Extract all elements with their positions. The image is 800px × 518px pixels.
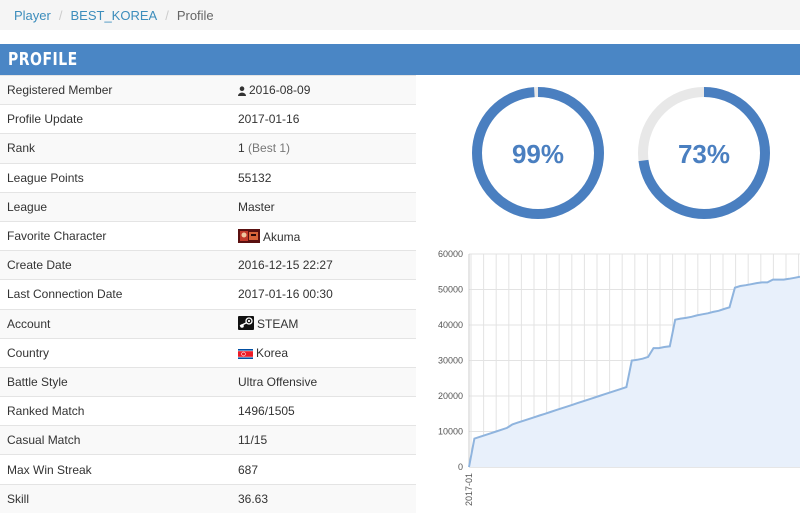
- profile-section-title: PROFILE: [8, 49, 78, 70]
- row-value: 1 (Best 1): [231, 133, 416, 164]
- registered-member-value: 2016-08-09: [249, 83, 311, 98]
- row-value: Ultra Offensive: [231, 366, 416, 397]
- row-label: Registered Member: [0, 74, 231, 105]
- row-label: Casual Match: [0, 425, 231, 455]
- y-tick-label: 30000: [438, 356, 463, 366]
- gauge-percent-label: 99%: [512, 139, 564, 169]
- profile-row-skill: Skill 36.63: [0, 483, 416, 513]
- row-value: 687: [231, 454, 416, 485]
- steam-icon: [238, 316, 254, 331]
- row-value: 36.63: [231, 483, 416, 513]
- profile-row-registered-member: Registered Member 2016-08-09: [0, 74, 416, 105]
- favorite-character-value: Akuma: [263, 229, 301, 244]
- gauge-charts: 99% 73%: [472, 87, 770, 219]
- row-label: Rank: [0, 133, 231, 164]
- breadcrumb-separator: /: [165, 7, 169, 23]
- y-tick-label: 50000: [438, 285, 463, 295]
- profile-row-account: Account STEAM: [0, 308, 416, 339]
- row-label: Max Win Streak: [0, 454, 231, 485]
- row-label: Last Connection Date: [0, 279, 231, 309]
- row-value: Master: [231, 191, 416, 222]
- row-label: Profile Update: [0, 104, 231, 134]
- profile-info-table: Registered Member 2016-08-09 Profile Upd…: [0, 74, 416, 513]
- row-label: Skill: [0, 483, 231, 513]
- x-tick-label: 2017-01: [464, 473, 474, 506]
- profile-row-ranked-match: Ranked Match 1496/1505: [0, 396, 416, 426]
- profile-row-country: Country Korea: [0, 337, 416, 368]
- breadcrumb-current: Profile: [176, 7, 214, 23]
- row-label: League Points: [0, 162, 231, 193]
- account-value: STEAM: [257, 317, 299, 332]
- profile-row-league: League Master: [0, 191, 416, 222]
- win-rate-gauge: 99%: [472, 87, 604, 219]
- korea-flag-icon: [238, 348, 253, 359]
- row-label: Favorite Character: [0, 220, 231, 251]
- row-value: STEAM: [231, 308, 416, 339]
- row-value: 2016-12-15 22:27: [231, 250, 416, 280]
- row-value: 11/15: [231, 425, 416, 455]
- user-icon: [238, 86, 246, 97]
- gauge-percent-label: 73%: [678, 139, 730, 169]
- profile-row-profile-update: Profile Update 2017-01-16: [0, 104, 416, 134]
- profile-section-header: PROFILE: [0, 44, 800, 75]
- rank-value: 1: [238, 141, 245, 156]
- league-points-chart-svg: 0 10000 20000 30000 40000 50000 60000 2017-01: [438, 249, 800, 506]
- profile-row-casual-match: Casual Match 11/15: [0, 425, 416, 455]
- character-portrait-icon: [238, 228, 260, 243]
- row-label: League: [0, 191, 231, 222]
- country-value: Korea: [256, 345, 289, 360]
- profile-row-battle-style: Battle Style Ultra Offensive: [0, 366, 416, 397]
- league-points-chart: 0 10000 20000 30000 40000 50000 60000 2017-01: [416, 236, 800, 515]
- row-label: Ranked Match: [0, 396, 231, 426]
- profile-row-rank: Rank 1 (Best 1): [0, 133, 416, 164]
- row-label: Create Date: [0, 250, 231, 280]
- profile-row-league-points: League Points 55132: [0, 162, 416, 193]
- rank-best-note: (Best 1): [248, 141, 291, 156]
- row-value: 1496/1505: [231, 396, 416, 426]
- y-tick-label: 60000: [438, 249, 463, 259]
- profile-row-last-connection-date: Last Connection Date 2017-01-16 00:30: [0, 279, 416, 309]
- row-label: Battle Style: [0, 366, 231, 397]
- row-value: 2017-01-16 00:30: [231, 279, 416, 309]
- y-tick-label: 40000: [438, 320, 463, 330]
- y-tick-label: 0: [458, 462, 463, 472]
- profile-row-create-date: Create Date 2016-12-15 22:27: [0, 250, 416, 280]
- row-value: Korea: [231, 337, 416, 368]
- breadcrumb-separator: /: [58, 7, 63, 23]
- row-value: 55132: [231, 162, 416, 193]
- breadcrumb: Player / BEST_KOREA / Profile: [0, 0, 800, 30]
- row-label: Account: [0, 308, 231, 339]
- y-tick-label: 20000: [438, 391, 463, 401]
- row-value: 2016-08-09: [231, 74, 416, 105]
- profile-row-favorite-character: Favorite Character Akuma: [0, 220, 416, 251]
- casual-win-rate-gauge: 73%: [638, 87, 770, 219]
- row-label: Country: [0, 337, 231, 368]
- row-value: 2017-01-16: [231, 104, 416, 134]
- row-value: Akuma: [231, 220, 416, 251]
- breadcrumb-player-name-link[interactable]: BEST_KOREA: [70, 8, 157, 23]
- breadcrumb-player-link[interactable]: Player: [14, 8, 51, 23]
- profile-row-max-win-streak: Max Win Streak 687: [0, 454, 416, 485]
- y-tick-label: 10000: [438, 427, 463, 437]
